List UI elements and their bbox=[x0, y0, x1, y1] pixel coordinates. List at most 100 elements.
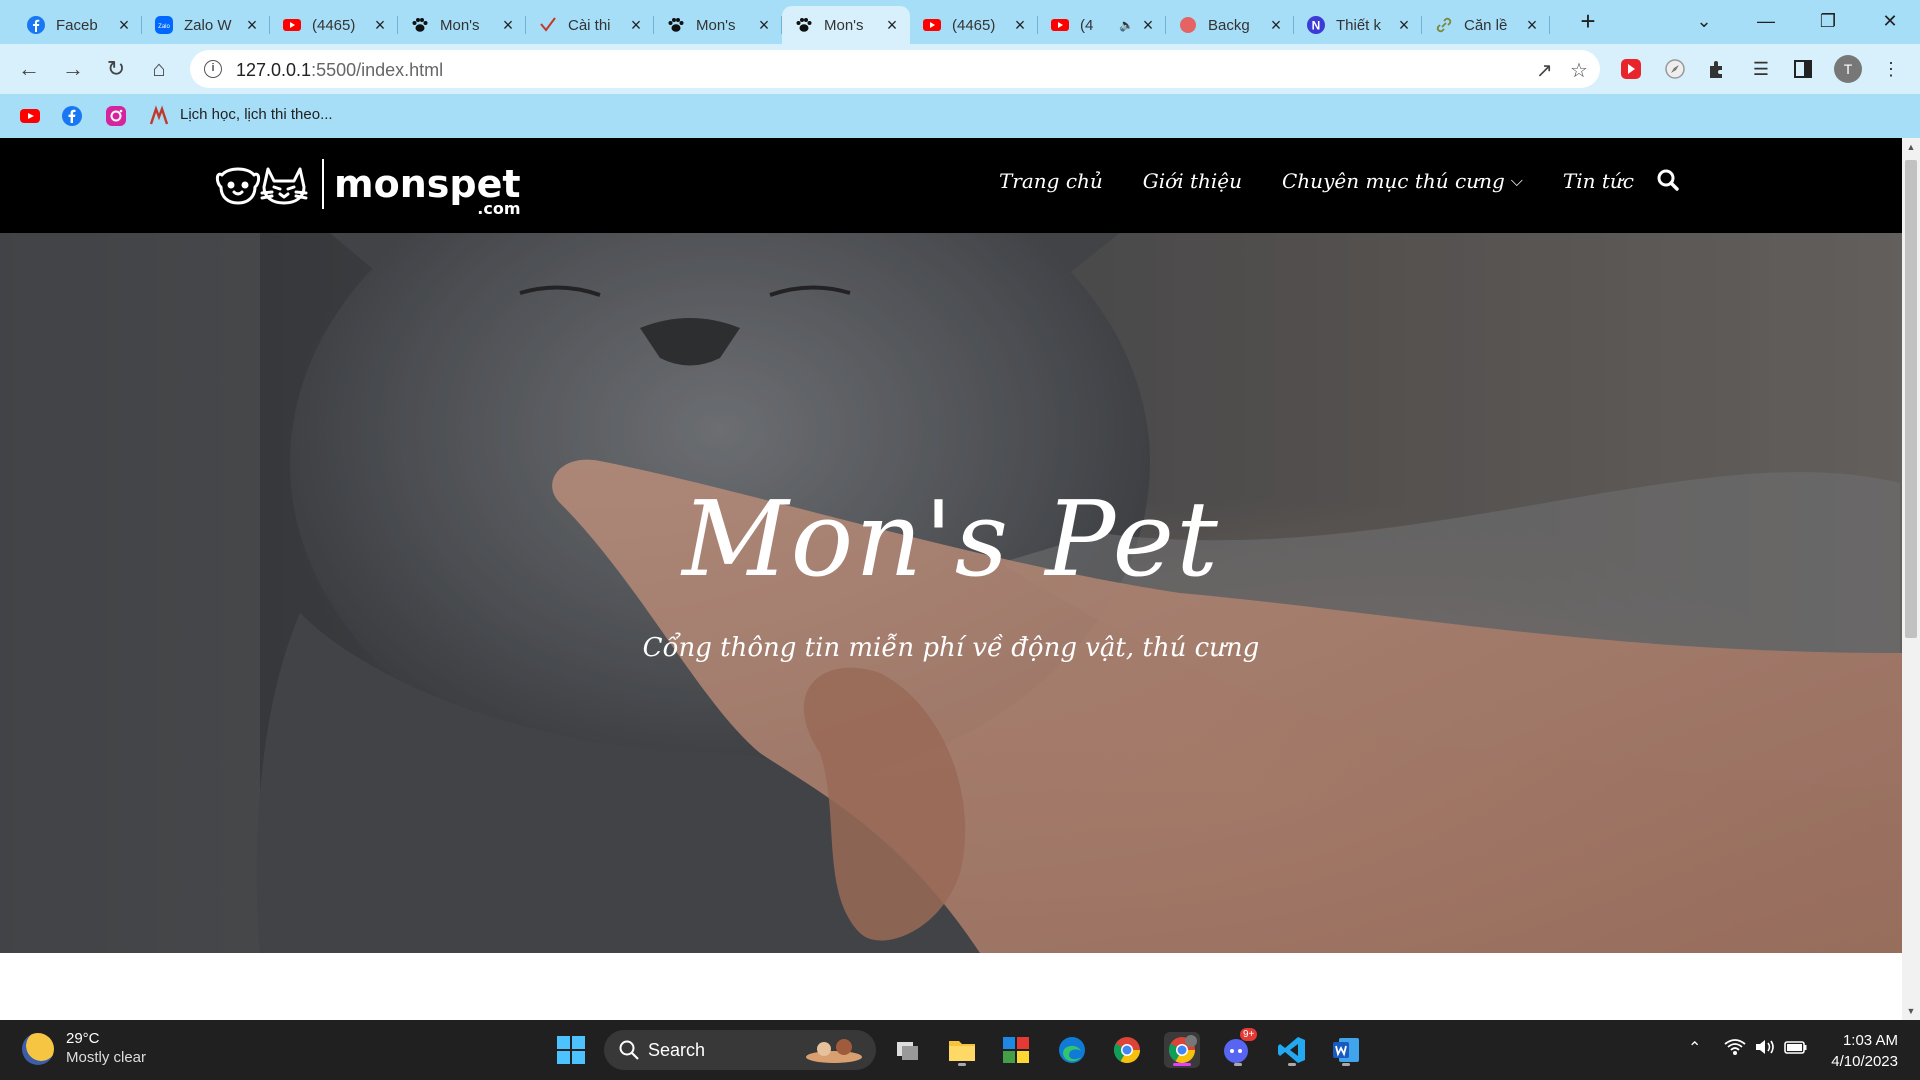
browser-menu-icon[interactable]: ⋮ bbox=[1878, 56, 1904, 82]
tab-title: Cài thi bbox=[568, 16, 611, 34]
paw-icon bbox=[794, 15, 814, 35]
browser-tab[interactable]: (4465) × bbox=[910, 6, 1038, 44]
tab-search-button[interactable]: ⌄ bbox=[1684, 6, 1724, 36]
nav-home[interactable]: Trang chủ bbox=[999, 169, 1103, 193]
youtube-bookmark-icon[interactable] bbox=[19, 105, 41, 127]
scroll-thumb[interactable] bbox=[1905, 160, 1917, 638]
close-tab-icon[interactable]: × bbox=[1268, 15, 1284, 36]
notion-icon: N bbox=[1306, 15, 1326, 35]
page-viewport: monspet .com Trang chủ Giới thiệu Chuyên… bbox=[0, 138, 1902, 1020]
side-panel-icon[interactable] bbox=[1790, 56, 1816, 82]
close-window-button[interactable]: ✕ bbox=[1870, 6, 1910, 36]
address-bar[interactable]: i 127.0.0.1:5500/index.html ↗ ☆ bbox=[190, 50, 1600, 88]
forward-button[interactable]: → bbox=[58, 54, 88, 84]
svg-text:N: N bbox=[1312, 19, 1321, 33]
system-clock[interactable]: 1:03 AM 4/10/2023 bbox=[1831, 1030, 1898, 1072]
close-tab-icon[interactable]: × bbox=[1140, 15, 1156, 36]
page-scrollbar[interactable]: ▲ ▼ bbox=[1902, 138, 1920, 1020]
close-tab-icon[interactable]: × bbox=[1012, 15, 1028, 36]
share-icon[interactable]: ↗ bbox=[1536, 58, 1553, 83]
unikey-icon[interactable] bbox=[998, 1032, 1034, 1068]
site-header: monspet .com Trang chủ Giới thiệu Chuyên… bbox=[0, 138, 1902, 233]
vscode-icon[interactable] bbox=[1274, 1032, 1310, 1068]
close-tab-icon[interactable]: × bbox=[372, 15, 388, 36]
reload-button[interactable]: ↻ bbox=[101, 54, 131, 84]
bookmark-star-icon[interactable]: ☆ bbox=[1570, 58, 1588, 83]
nav-about[interactable]: Giới thiệu bbox=[1143, 169, 1242, 193]
search-icon[interactable] bbox=[1656, 168, 1682, 194]
browser-tab[interactable]: N Thiết k × bbox=[1294, 6, 1422, 44]
link-icon bbox=[1434, 15, 1454, 35]
site-logo[interactable]: monspet .com bbox=[214, 158, 521, 217]
media-control-icon[interactable]: ☰ bbox=[1748, 56, 1774, 82]
chrome-profile-icon[interactable] bbox=[1164, 1032, 1200, 1068]
close-tab-icon[interactable]: × bbox=[1524, 15, 1540, 36]
minimize-button[interactable]: — bbox=[1746, 6, 1786, 36]
word-icon[interactable] bbox=[1328, 1032, 1364, 1068]
volume-icon[interactable] bbox=[1754, 1038, 1776, 1061]
extension-compass-icon[interactable] bbox=[1662, 56, 1688, 82]
browser-tab[interactable]: Căn lề × bbox=[1422, 6, 1550, 44]
youtube-icon bbox=[282, 15, 302, 35]
tab-title: (4465) bbox=[312, 16, 356, 34]
weather-temperature: 29°C bbox=[66, 1030, 100, 1047]
nav-pet-categories[interactable]: Chuyên mục thú cưng ⌵ bbox=[1282, 169, 1523, 193]
scroll-down-arrow[interactable]: ▼ bbox=[1902, 1002, 1920, 1020]
youtube-icon bbox=[1050, 15, 1070, 35]
browser-tab[interactable]: Zalo Zalo W × bbox=[142, 6, 270, 44]
tray-overflow-icon[interactable]: ⌃ bbox=[1688, 1038, 1701, 1058]
instagram-bookmark-icon[interactable] bbox=[105, 105, 127, 127]
tab-title: Mon's bbox=[440, 16, 480, 34]
scroll-up-arrow[interactable]: ▲ bbox=[1902, 138, 1920, 156]
wifi-icon[interactable] bbox=[1724, 1038, 1746, 1061]
weather-moon-icon bbox=[22, 1033, 54, 1065]
extension-red-icon[interactable] bbox=[1618, 56, 1644, 82]
paw-icon bbox=[410, 15, 430, 35]
windows-start-icon[interactable] bbox=[553, 1032, 589, 1068]
close-tab-icon[interactable]: × bbox=[1396, 15, 1412, 36]
logo-wordmark: monspet .com bbox=[334, 165, 521, 217]
edge-browser-icon[interactable] bbox=[1054, 1032, 1090, 1068]
close-tab-icon[interactable]: × bbox=[756, 15, 772, 36]
site-info-icon[interactable]: i bbox=[204, 60, 222, 78]
close-tab-icon[interactable]: × bbox=[884, 15, 900, 36]
close-tab-icon[interactable]: × bbox=[500, 15, 516, 36]
bookmark-schedule-link[interactable]: Lịch học, lịch thi theo... bbox=[180, 106, 333, 123]
file-explorer-icon[interactable] bbox=[944, 1032, 980, 1068]
browser-tab[interactable]: Mon's × bbox=[654, 6, 782, 44]
home-button[interactable]: ⌂ bbox=[144, 54, 174, 84]
facebook-bookmark-icon[interactable] bbox=[61, 105, 83, 127]
browser-tab[interactable]: Cài thi × bbox=[526, 6, 654, 44]
discord-icon[interactable]: 9+ bbox=[1220, 1028, 1258, 1068]
logo-domain: .com bbox=[477, 199, 521, 218]
clock-date: 4/10/2023 bbox=[1831, 1053, 1898, 1070]
nav-news[interactable]: Tin tức bbox=[1563, 169, 1634, 193]
chrome-icon[interactable] bbox=[1109, 1032, 1145, 1068]
zalo-icon: Zalo bbox=[154, 15, 174, 35]
taskbar-search-icon bbox=[619, 1040, 639, 1060]
browser-tab[interactable]: (4 🔈 × bbox=[1038, 6, 1166, 44]
weather-widget[interactable]: 29°C Mostly clear bbox=[22, 1030, 146, 1068]
browser-tab[interactable]: Faceb × bbox=[14, 6, 142, 44]
school-bookmark-icon[interactable] bbox=[148, 105, 170, 127]
tab-title: (4465) bbox=[952, 16, 996, 34]
close-tab-icon[interactable]: × bbox=[244, 15, 260, 36]
svg-text:Zalo: Zalo bbox=[158, 24, 170, 30]
url-text[interactable]: 127.0.0.1:5500/index.html bbox=[236, 60, 443, 81]
battery-icon[interactable] bbox=[1784, 1038, 1808, 1061]
taskbar-search-box[interactable]: Search bbox=[604, 1030, 876, 1070]
close-tab-icon[interactable]: × bbox=[628, 15, 644, 36]
new-tab-button[interactable]: + bbox=[1574, 8, 1602, 36]
browser-tab[interactable]: Mon's × bbox=[782, 6, 910, 44]
browser-tab[interactable]: Backg × bbox=[1166, 6, 1294, 44]
extensions-puzzle-icon[interactable] bbox=[1704, 56, 1730, 82]
youtube-icon bbox=[922, 15, 942, 35]
browser-tab[interactable]: Mon's × bbox=[398, 6, 526, 44]
restore-button[interactable]: ❐ bbox=[1808, 6, 1848, 36]
profile-avatar[interactable]: T bbox=[1834, 55, 1862, 83]
close-tab-icon[interactable]: × bbox=[116, 15, 132, 36]
browser-tab[interactable]: (4465) × bbox=[270, 6, 398, 44]
task-view-icon[interactable] bbox=[890, 1032, 926, 1068]
back-button[interactable]: ← bbox=[14, 54, 44, 84]
tab-audio-icon[interactable]: 🔈 bbox=[1119, 18, 1134, 32]
